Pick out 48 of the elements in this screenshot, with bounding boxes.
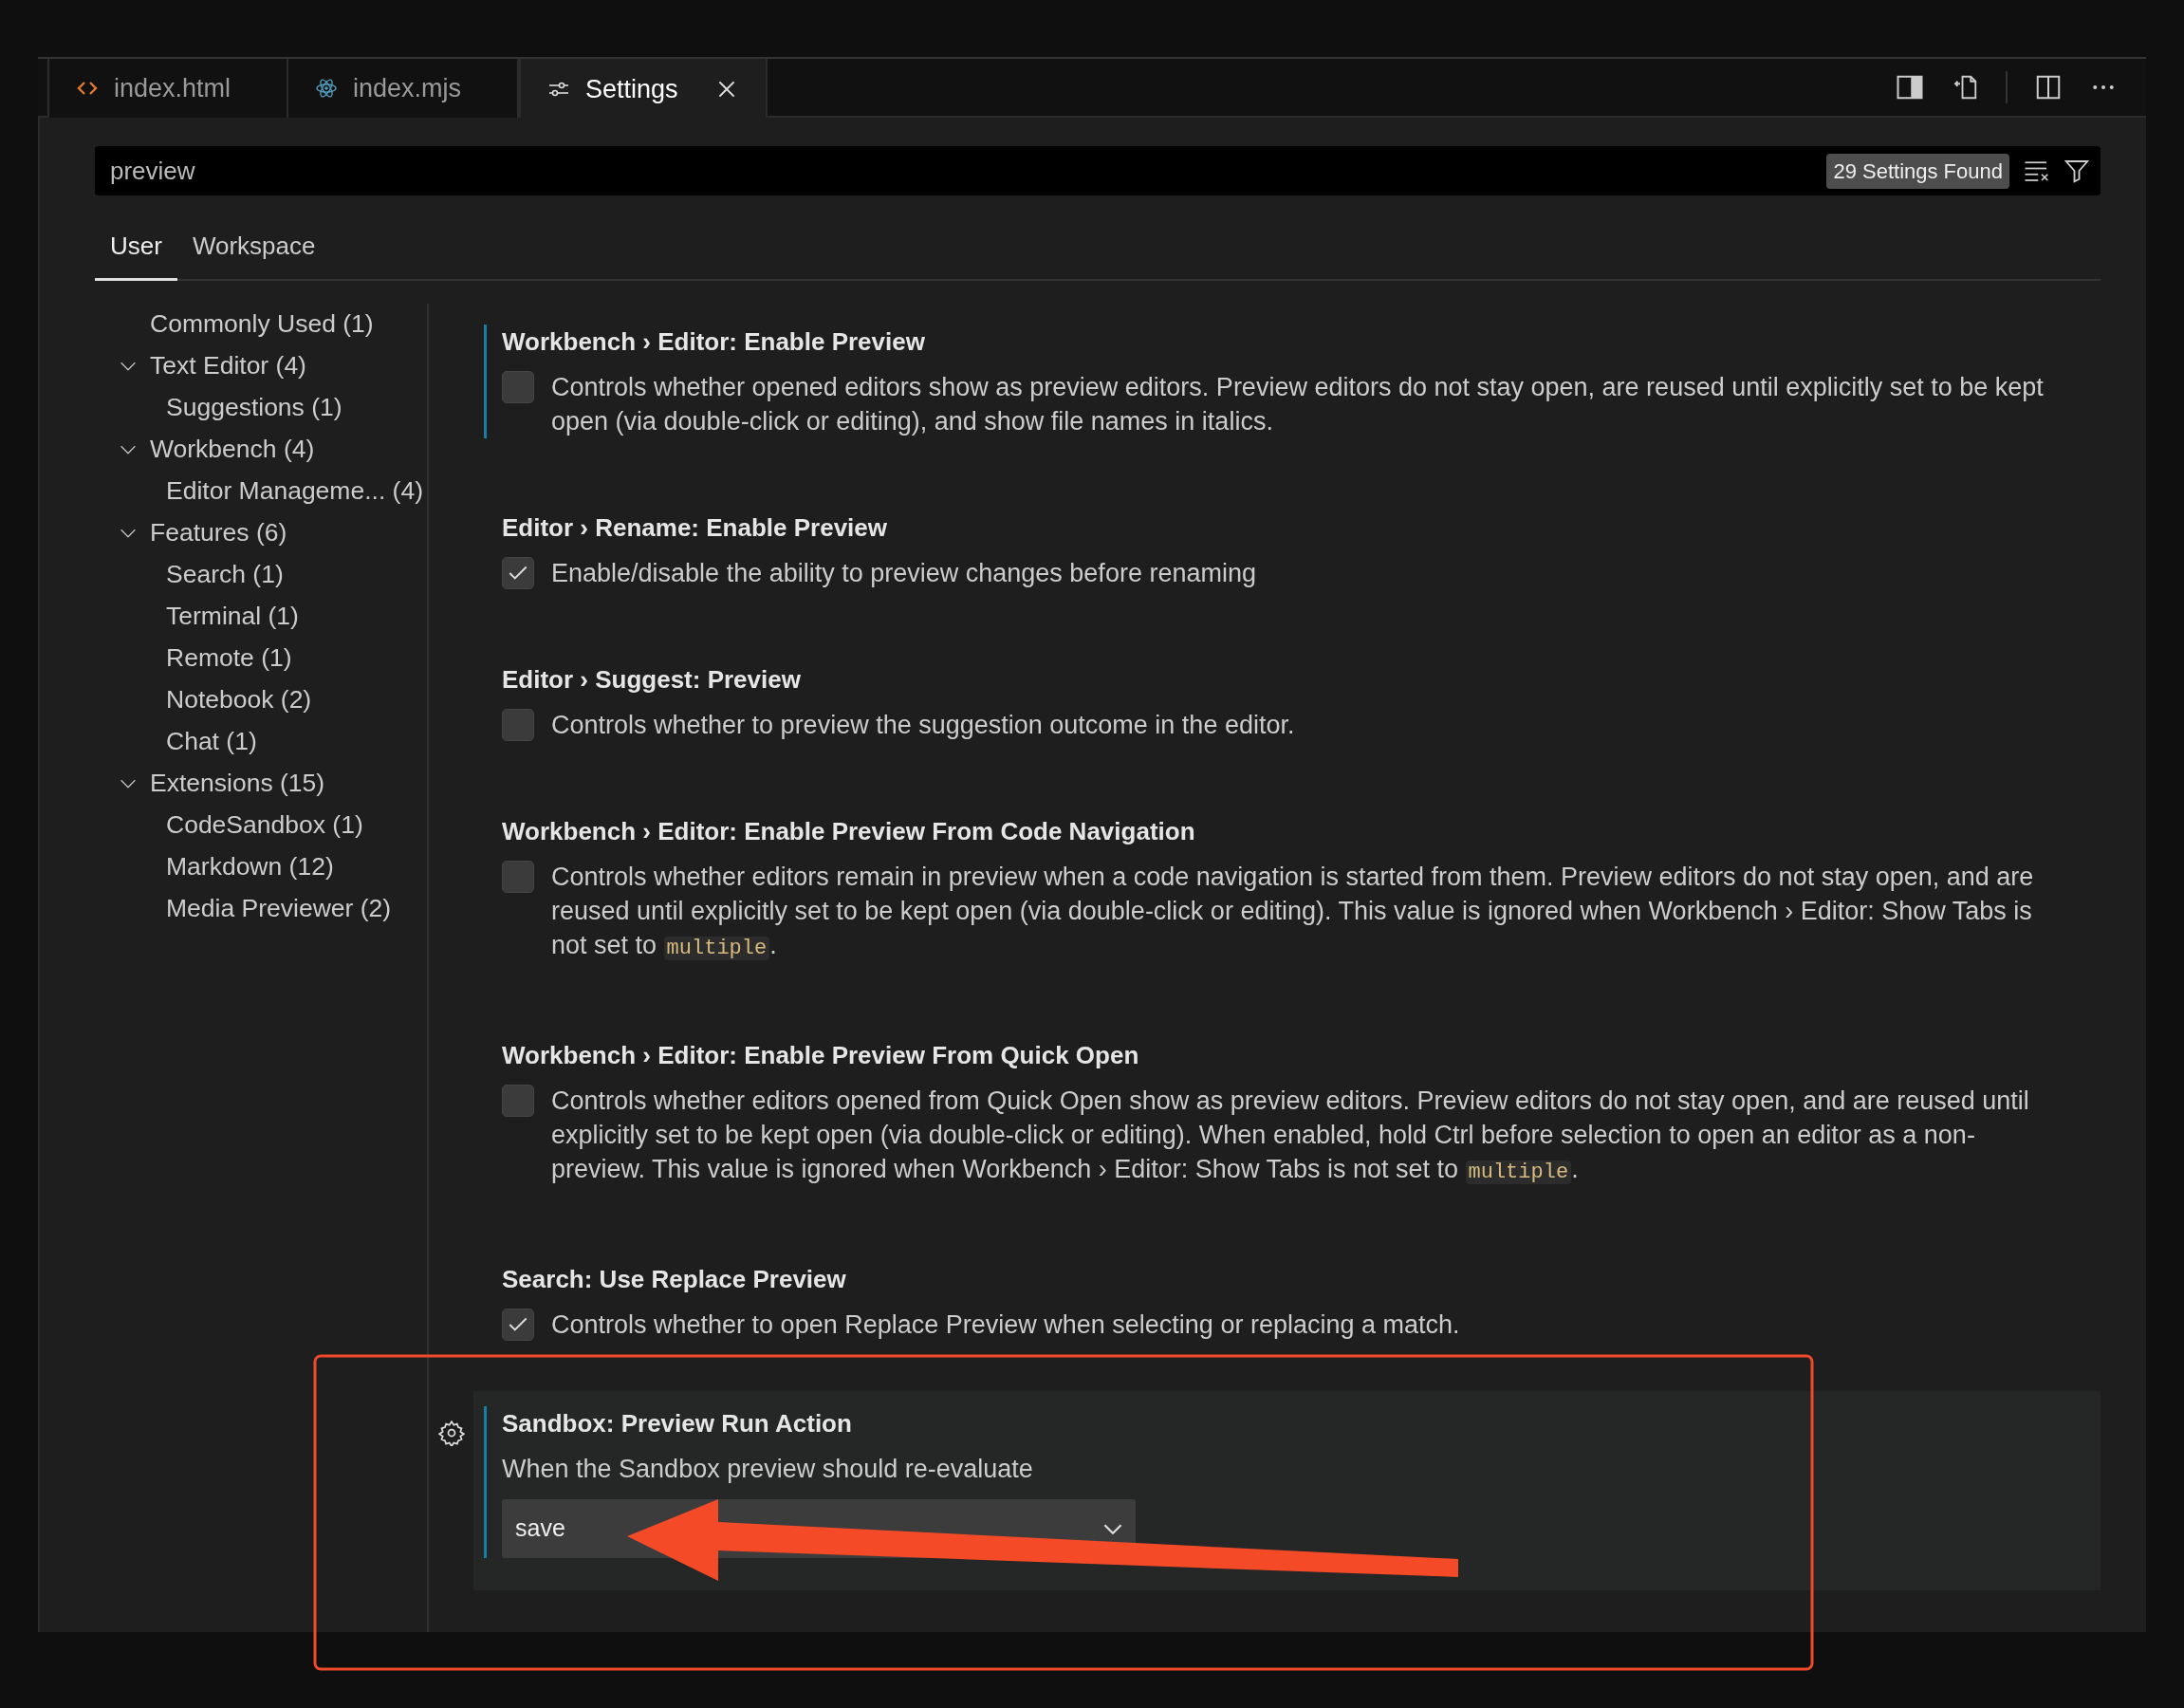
sidebar-item[interactable]: Features (6) xyxy=(95,512,427,554)
setting-description: Controls whether editors opened from Quick Open show as preview editors. Preview editors do not stay open, and are reused until explicitly set to be kept open (via double-click or editing). When enabled, hold Ctrl before selection to open an editor as a non-preview. This value is ignored when Workbench › Editor: Show Tabs is not set to multiple. xyxy=(551,1086,2030,1186)
checkbox[interactable] xyxy=(502,371,534,403)
sidebar-item[interactable]: Text Editor (4) xyxy=(95,345,427,387)
setting-description: Controls whether to preview the suggestion outcome in the editor. xyxy=(551,710,1295,741)
sidebar-item[interactable]: Commonly Used (1) xyxy=(95,304,427,345)
checkbox[interactable] xyxy=(502,709,534,741)
editor-tab[interactable]: index.mjs xyxy=(288,59,519,118)
setting-title: Search: Use Replace Preview xyxy=(502,1264,847,1295)
split-editor-icon[interactable] xyxy=(2034,73,2063,102)
editor-tab[interactable]: Settings xyxy=(519,59,768,120)
setting-title: Workbench › Editor: Enable Preview From Quick Open xyxy=(502,1040,1140,1071)
setting-title: Sandbox: Preview Run Action xyxy=(502,1408,853,1439)
sidebar-item[interactable]: Markdown (12) xyxy=(95,846,427,888)
atom-icon xyxy=(315,77,338,100)
sidebar-item[interactable]: Media Previewer (2) xyxy=(95,888,427,930)
panel-toggle-icon[interactable] xyxy=(1896,73,1924,102)
gear-icon[interactable] xyxy=(438,1419,465,1446)
search-box[interactable]: preview 29 Settings Found xyxy=(95,146,2101,195)
setting-title: Workbench › Editor: Enable Preview From Code Navigation xyxy=(502,816,1196,847)
checkbox[interactable] xyxy=(502,1309,534,1341)
sidebar-item[interactable]: Remote (1) xyxy=(95,638,427,679)
sidebar-item[interactable]: Search (1) xyxy=(95,554,427,596)
sidebar-item[interactable]: Terminal (1) xyxy=(95,596,427,638)
checkbox[interactable] xyxy=(502,861,534,893)
sidebar-item[interactable]: Workbench (4) xyxy=(95,429,427,471)
setting-description: Controls whether to open Replace Preview when selecting or replacing a match. xyxy=(551,1309,1460,1341)
editor-tab[interactable]: index.html xyxy=(47,59,288,118)
sidebar-item[interactable]: Editor Manageme... (4) xyxy=(95,471,427,512)
sidebar-item[interactable]: Suggestions (1) xyxy=(95,387,427,429)
sidebar-item[interactable]: CodeSandbox (1) xyxy=(95,805,427,846)
setting-title: Editor › Suggest: Preview xyxy=(502,664,802,696)
sidebar-item[interactable]: Notebook (2) xyxy=(95,679,427,721)
scope-tab[interactable]: Workspace xyxy=(176,220,331,281)
setting-title: Editor › Rename: Enable Preview xyxy=(502,512,888,544)
result-count-badge: 29 Settings Found xyxy=(1826,153,2009,189)
search-field[interactable]: preview xyxy=(108,151,1827,191)
setting-description: Enable/disable the ability to preview changes before renaming xyxy=(551,558,1256,589)
sidebar-item[interactable]: Extensions (15) xyxy=(95,763,427,805)
setting-description: Controls whether editors remain in preview when a code navigation is started from them. Preview editors do not stay open, and are reused until explicitly set to be kept open (via double-click or editing). This value is ignored when Workbench › Editor: Show Tabs is not set to multiple. xyxy=(551,862,2035,962)
scope-tab[interactable]: User xyxy=(95,220,177,281)
checkbox[interactable] xyxy=(502,557,534,589)
chevron-down-icon xyxy=(1103,1523,1122,1534)
setting-description: When the Sandbox preview should re-evaluate xyxy=(502,1454,1034,1485)
setting-title: Workbench › Editor: Enable Preview xyxy=(502,326,926,358)
sidebar-item[interactable]: Chat (1) xyxy=(95,721,427,763)
checkbox[interactable] xyxy=(502,1085,534,1117)
setting-description: Controls whether opened editors show as preview editors. Preview editors do not stay open, are reused until explicitly set to be kept open (via double-click or editing), and show file names in italics. xyxy=(551,372,2045,437)
